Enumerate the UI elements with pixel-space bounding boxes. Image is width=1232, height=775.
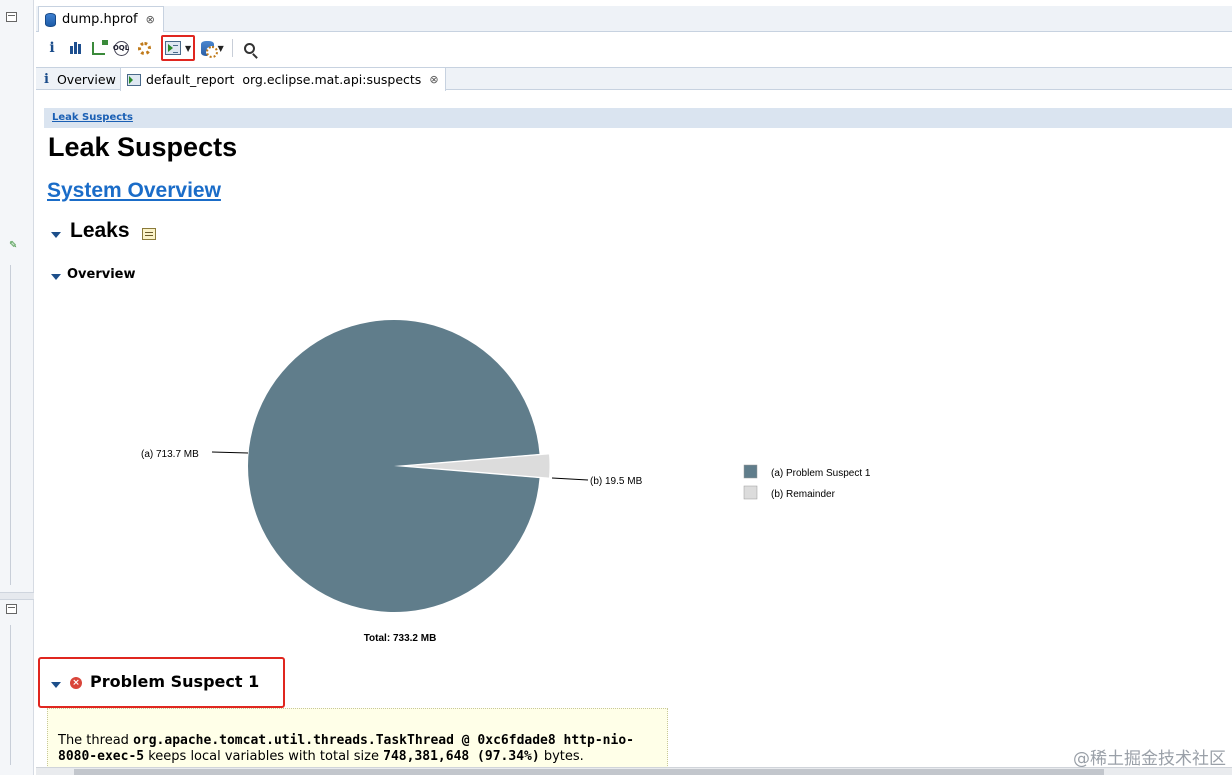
chevron-down-icon-2[interactable]: ▼ [218,44,224,53]
slice-label-b: (b) 19.5 MB [590,476,643,487]
heap-dump-icon [45,12,56,27]
dominator-tree-button[interactable] [88,38,108,58]
editor-tab-label: dump.hprof [62,12,138,27]
oql-button[interactable]: OQL [111,38,131,58]
histogram-button[interactable] [65,38,85,58]
run-report-button-highlighted[interactable]: ▼ [161,35,196,61]
thread-overview-button[interactable] [134,38,154,58]
info-icon: i [44,71,49,87]
chevron-down-icon[interactable]: ▼ [185,44,191,53]
suspect-description: The thread org.apache.tomcat.util.thread… [58,733,658,765]
tab-report-label: default_report org.eclipse.mat.api:suspe… [146,72,422,87]
panel-divider-line-lower [10,625,11,765]
horizontal-scrollbar[interactable] [36,767,1232,775]
query-browser-icon [200,40,218,58]
minimize-icon[interactable] [6,12,17,22]
legend-label-b: (b) Remainder [771,489,836,500]
collapse-suspect-icon[interactable] [51,682,61,688]
legend-label-a: (a) Problem Suspect 1 [771,468,871,479]
scrollbar-thumb[interactable] [74,769,1104,775]
leader-line-a [211,451,249,454]
desc-part-1: The thread [58,733,134,748]
search-button[interactable] [239,38,259,58]
dominator-tree-icon [91,39,108,55]
tab-overview-label: Overview [56,71,116,87]
legend-swatch-b [743,485,758,500]
toolbar-separator [232,39,234,57]
gear-icon [137,41,151,55]
editor-tab-dump-hprof[interactable]: dump.hprof ⊗ [38,6,164,32]
tab-overview[interactable]: i Overview [38,68,123,90]
chart-total-label: Total: 733.2 MB [364,633,437,644]
editor-tab-bar: dump.hprof ⊗ [36,6,1232,32]
legend-swatch-a [743,464,758,479]
suspect-description-panel: The thread org.apache.tomcat.util.thread… [47,708,668,775]
main-editor-area: dump.hprof ⊗ i OQL ▼ ▼ i Overview defaul… [36,0,1232,775]
panel-divider-line [10,265,11,585]
left-side-panel: ✎ [0,0,34,775]
oql-icon: OQL [113,40,129,56]
pin-icon[interactable]: ✎ [9,240,17,251]
problem-suspect-heading: Problem Suspect 1 [90,672,260,691]
minimize-icon-lower[interactable] [6,604,17,614]
error-icon: × [70,677,82,689]
report-icon [127,73,141,86]
search-icon [243,42,255,54]
leader-line-b [551,477,589,481]
slice-label-a: (a) 713.7 MB [141,449,199,460]
info-button[interactable]: i [42,38,62,58]
desc-part-2: keeps local variables with total size [144,749,384,764]
close-icon[interactable]: ⊗ [429,73,438,86]
run-report-icon [165,41,181,55]
desc-size: 748,381,648 (97.34%) [383,749,540,764]
watermark: @稀土掘金技术社区 [1073,749,1226,769]
tab-default-report[interactable]: default_report org.eclipse.mat.api:suspe… [120,68,446,91]
toolbar: i OQL ▼ ▼ [36,33,1232,63]
panel-sash[interactable] [0,592,34,600]
query-browser-button[interactable]: ▼ [199,38,225,58]
histogram-icon [69,42,81,54]
report-tab-bar: i Overview default_report org.eclipse.ma… [36,67,1232,91]
close-icon[interactable]: ⊗ [146,13,155,26]
desc-part-3: bytes. [539,749,584,764]
report-content: Leak Suspects Leak Suspects System Overv… [36,92,1232,775]
